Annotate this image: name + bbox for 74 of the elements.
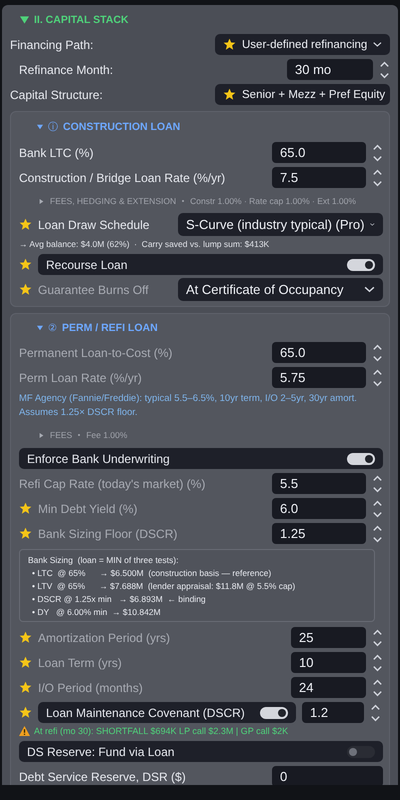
- field-label: Permanent Loan-to-Cost (%): [19, 346, 174, 360]
- field-label: Loan Term (yrs): [38, 656, 123, 670]
- input-field[interactable]: 0: [272, 766, 383, 785]
- chevron-down-icon: [364, 286, 375, 293]
- subsection-title: PERM / REFI LOAN: [62, 322, 158, 334]
- caret-down-icon: [20, 16, 29, 24]
- input-field[interactable]: 1.2: [302, 702, 364, 723]
- caret-down-icon: [37, 325, 43, 331]
- select-dropdown[interactable]: S-Curve (industry typical) (Pro): [178, 213, 383, 236]
- input-field[interactable]: 65.0: [272, 342, 366, 363]
- input-field[interactable]: 7.5: [272, 167, 366, 188]
- toggle-switch[interactable]: [347, 258, 375, 270]
- toggle-switch[interactable]: [260, 706, 288, 718]
- field-label: Refi Cap Rate (today's market) (%): [19, 476, 206, 490]
- section-header[interactable]: II. CAPITAL STACK: [10, 11, 390, 32]
- field-label: Min Debt Yield (%): [38, 502, 138, 516]
- sizing-line: • DY @ 6.00% min → $10.842M: [31, 606, 162, 619]
- chevron-down-icon: [373, 41, 382, 48]
- toggle-switch[interactable]: [347, 746, 375, 758]
- toggle-switch[interactable]: [347, 452, 375, 464]
- field-label: Perm Loan Rate (%/yr): [19, 370, 143, 384]
- field-label: Bank LTC (%): [19, 146, 94, 160]
- input-field[interactable]: 10: [291, 652, 366, 673]
- toggle-bar[interactable]: DS Reserve: Fund via Loan: [19, 741, 383, 762]
- select-dropdown[interactable]: User-defined refinancing: [215, 34, 390, 55]
- badge-symbol: ⓘ: [48, 120, 58, 134]
- toggle-label: Enforce Bank Underwriting: [27, 452, 171, 466]
- sizing-line: • DSCR @ 1.25x min → $6.893M ← binding: [31, 593, 207, 606]
- input-field[interactable]: 65.0: [272, 142, 366, 163]
- input-field[interactable]: 6.0: [272, 498, 366, 519]
- field-label: Capital Structure:: [10, 88, 104, 102]
- separator-dot: [182, 200, 184, 202]
- select-dropdown[interactable]: Senior + Mezz + Pref Equity: [215, 84, 390, 105]
- input-field[interactable]: 5.5: [272, 473, 366, 494]
- select-dropdown[interactable]: At Certificate of Occupancy: [178, 278, 383, 301]
- collapsible-title: FEES: [50, 430, 72, 440]
- field-label: Financing Path:: [10, 38, 94, 52]
- chevron-down-icon: [370, 221, 375, 228]
- field-label: Refinance Month:: [19, 62, 114, 76]
- caret-right-icon: [39, 432, 44, 438]
- toggle-label: Recourse Loan: [46, 258, 128, 272]
- input-field[interactable]: 5.75: [272, 367, 366, 388]
- toggle-label: Loan Maintenance Covenant (DSCR): [46, 706, 246, 720]
- field-label: Amortization Period (yrs): [38, 630, 172, 644]
- warning-text: At refi (mo 30): SHORTFALL $694K LP call $2.3M | GP call $2K: [34, 726, 288, 736]
- field-label: Loan Draw Schedule: [38, 218, 150, 232]
- sizing-line: • LTV @ 65% → $7.688M (lender appraisal: $11.8M @ 5.5% cap): [31, 580, 296, 593]
- collapsible-title: FEES, HEDGING & EXTENSION: [50, 196, 176, 206]
- warning-icon: [19, 726, 30, 736]
- section-title: II. CAPITAL STACK: [34, 14, 128, 26]
- field-label: Debt Service Reserve, DSR ($): [19, 770, 187, 784]
- info-note: MF Agency (Fannie/Freddie): typical 5.5–6.5%, 10yr term, I/O 2–5yr, 30yr amort. Assumes 1.25× DSCR floor.: [19, 392, 358, 420]
- toggle-bar[interactable]: Loan Maintenance Covenant (DSCR): [38, 702, 296, 723]
- subsection-title: CONSTRUCTION LOAN: [63, 121, 180, 133]
- sizing-line: • LTC @ 65% → $6.500M (construction basis — reference): [31, 567, 272, 580]
- field-label: Guarantee Burns Off: [38, 282, 150, 296]
- toggle-bar[interactable]: Recourse Loan: [38, 254, 383, 275]
- field-label: Construction / Bridge Loan Rate (%/yr): [19, 170, 226, 184]
- bank-sizing-title: Bank Sizing (loan = MIN of three tests):: [28, 554, 180, 567]
- field-label: Bank Sizing Floor (DSCR): [38, 526, 178, 540]
- separator-dot: [78, 434, 80, 436]
- collapsible-summary: Constr 1.00% · Rate cap 1.00% · Ext 1.00%: [190, 196, 356, 206]
- toggle-label: DS Reserve: Fund via Loan: [27, 744, 176, 758]
- summary-note: → Avg balance: $4.0M (62%) · Carry saved vs. lump sum: $413K: [19, 238, 270, 251]
- field-label: I/O Period (months): [38, 680, 144, 694]
- input-field[interactable]: 24: [291, 677, 366, 698]
- input-field[interactable]: 25: [291, 627, 366, 648]
- badge-symbol: ②: [48, 322, 57, 334]
- toggle-bar[interactable]: Enforce Bank Underwriting: [19, 448, 383, 469]
- caret-down-icon: [37, 124, 43, 130]
- input-field[interactable]: 30 mo: [287, 59, 373, 80]
- collapsible-summary: Fee 1.00%: [86, 430, 128, 440]
- input-field[interactable]: 1.25: [272, 523, 366, 544]
- caret-right-icon: [39, 198, 44, 204]
